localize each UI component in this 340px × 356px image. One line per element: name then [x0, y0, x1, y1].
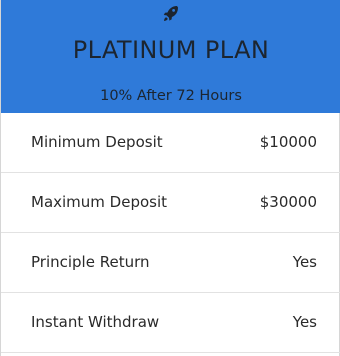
plan-title: PLATINUM PLAN	[72, 36, 270, 64]
plan-details: Minimum Deposit $10000 Maximum Deposit $…	[1, 113, 340, 353]
rocket-icon	[163, 5, 179, 23]
detail-value: $30000	[259, 193, 317, 211]
detail-row-instant-withdraw: Instant Withdraw Yes	[1, 293, 340, 353]
detail-label: Principle Return	[31, 253, 150, 271]
plan-card: PLATINUM PLAN 10% After 72 Hours Minimum…	[0, 0, 340, 356]
detail-label: Maximum Deposit	[31, 193, 168, 211]
plan-header: PLATINUM PLAN 10% After 72 Hours	[1, 0, 340, 113]
plan-subtitle: 10% After 72 Hours	[100, 88, 242, 104]
detail-label: Minimum Deposit	[31, 133, 163, 151]
detail-label: Instant Withdraw	[31, 313, 160, 331]
detail-value: Yes	[292, 313, 317, 331]
detail-row-maximum-deposit: Maximum Deposit $30000	[1, 173, 340, 233]
detail-value: Yes	[292, 253, 317, 271]
detail-row-principle-return: Principle Return Yes	[1, 233, 340, 293]
detail-value: $10000	[259, 133, 317, 151]
detail-row-minimum-deposit: Minimum Deposit $10000	[1, 113, 340, 173]
